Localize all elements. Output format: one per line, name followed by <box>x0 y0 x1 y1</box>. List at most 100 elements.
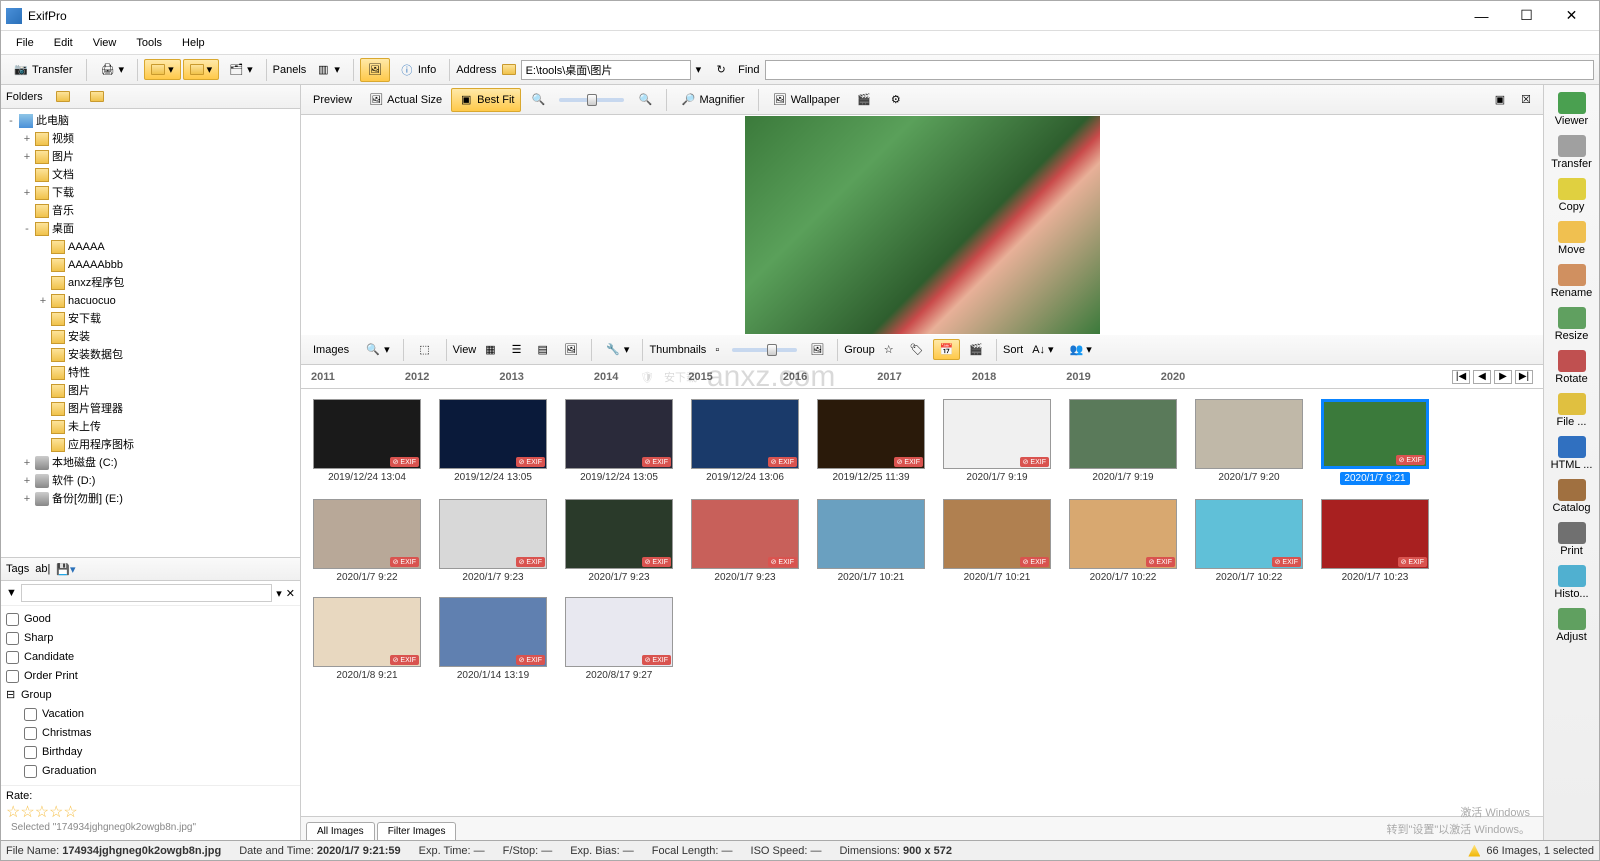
tag-group-item[interactable]: Graduation <box>6 762 295 781</box>
tree-item[interactable]: 特性 <box>6 364 295 382</box>
folder-options-button[interactable] <box>83 87 111 106</box>
sidebar-move[interactable]: Move <box>1548 218 1596 259</box>
timeline-year[interactable]: 2018 <box>972 371 996 383</box>
menu-view[interactable]: View <box>83 35 127 51</box>
tree-item[interactable]: 应用程序图标 <box>6 436 295 454</box>
thumbnail-item[interactable]: ⊘ EXIF2020/8/17 9:27 <box>563 597 675 681</box>
tag-item[interactable]: Order Print <box>6 667 295 686</box>
thumbnail-item[interactable]: ⊘ EXIF2020/1/14 13:19 <box>437 597 549 681</box>
tree-item[interactable]: +图片 <box>6 148 295 166</box>
tree-item[interactable]: -此电脑 <box>6 112 295 130</box>
sort-people-button[interactable]: 👥▾ <box>1063 339 1099 360</box>
tree-item[interactable]: +下载 <box>6 184 295 202</box>
magnifier-button[interactable]: 🔎Magnifier <box>673 88 751 112</box>
tags-filter-clear[interactable]: ✕ <box>286 587 295 600</box>
folder-tree[interactable]: -此电脑+视频+图片文档+下载音乐-桌面AAAAAAAAAAbbbanxz程序包… <box>1 109 300 557</box>
tree-item[interactable]: +备份[勿删] (E:) <box>6 490 295 508</box>
thumbnail-item[interactable]: ⊘ EXIF2019/12/24 13:04 <box>311 399 423 483</box>
sidebar-rename[interactable]: Rename <box>1548 261 1596 302</box>
thumbnail-item[interactable]: ⊘ EXIF2019/12/24 13:05 <box>563 399 675 483</box>
preview-area[interactable] <box>301 115 1543 335</box>
thumbnail-item[interactable]: ⊘ EXIF2020/1/7 9:22 <box>311 499 423 583</box>
address-input[interactable] <box>521 60 691 80</box>
tree-item[interactable]: 文档 <box>6 166 295 184</box>
tree-item[interactable]: +视频 <box>6 130 295 148</box>
thumb-size-slider[interactable] <box>732 348 797 352</box>
tree-item[interactable]: 图片管理器 <box>6 400 295 418</box>
timeline-year[interactable]: 2014 <box>594 371 618 383</box>
sidebar-html[interactable]: HTML ... <box>1548 433 1596 474</box>
folder-tree-button[interactable]: ▾ <box>183 59 220 80</box>
timeline-year[interactable]: 2012 <box>405 371 429 383</box>
thumbnail-item[interactable]: ⊘ EXIF2020/1/7 9:19 <box>941 399 1053 483</box>
timeline-year[interactable]: 2016 <box>783 371 807 383</box>
tag-item[interactable]: Candidate <box>6 648 295 667</box>
pane-layout-button[interactable]: ▣ <box>1488 89 1512 110</box>
tab-filter-images[interactable]: Filter Images <box>377 822 457 840</box>
thumbnail-item[interactable]: ⊘ EXIF2020/1/7 10:22 <box>1193 499 1305 583</box>
tree-item[interactable]: +hacuocuo <box>6 292 295 310</box>
tree-item[interactable]: AAAAA <box>6 238 295 256</box>
options-button[interactable]: ⚙ <box>881 88 911 112</box>
find-input[interactable] <box>765 60 1595 80</box>
thumbnail-item[interactable]: ⊘ EXIF2020/1/7 9:23 <box>437 499 549 583</box>
open-folder-button[interactable]: ▾ <box>144 59 181 80</box>
search-images-button[interactable]: 🔍▾ <box>358 338 397 362</box>
thumbnail-item[interactable]: 2020/1/7 10:21 <box>815 499 927 583</box>
timeline-next-button[interactable]: ▶ <box>1494 370 1512 384</box>
thumb-small-button[interactable]: ▫ <box>708 340 726 360</box>
timeline-year[interactable]: 2015 <box>688 371 712 383</box>
zoom-slider[interactable] <box>559 98 624 102</box>
timeline-last-button[interactable]: ▶| <box>1515 370 1533 384</box>
tools-dropdown[interactable]: 🔧▾ <box>598 338 637 362</box>
thumbnail-item[interactable]: ⊘ EXIF2020/1/7 9:23 <box>689 499 801 583</box>
pane-close-button[interactable]: ☒ <box>1514 89 1538 110</box>
tree-item[interactable]: -桌面 <box>6 220 295 238</box>
sidebar-file[interactable]: File ... <box>1548 390 1596 431</box>
maximize-button[interactable]: ☐ <box>1504 2 1549 30</box>
group-film-button[interactable]: 🎬 <box>962 339 990 360</box>
tree-item[interactable]: +本地磁盘 (C:) <box>6 454 295 472</box>
view-list-button[interactable]: ☰ <box>505 339 529 360</box>
new-folder-button[interactable] <box>49 87 77 106</box>
sidebar-catalog[interactable]: Catalog <box>1548 476 1596 517</box>
tree-item[interactable]: +软件 (D:) <box>6 472 295 490</box>
refresh-button[interactable]: ↻ <box>706 58 736 82</box>
tags-filter-dropdown[interactable]: ▾ <box>276 587 282 600</box>
thumbnail-item[interactable]: ⊘ EXIF2019/12/24 13:06 <box>689 399 801 483</box>
thumbnail-item[interactable]: 2020/1/7 9:20 <box>1193 399 1305 483</box>
thumbnail-item[interactable]: ⊘ EXIF2020/1/7 9:21 <box>1319 399 1431 485</box>
panels-dropdown[interactable]: ▥▾ <box>308 58 347 82</box>
timeline-first-button[interactable]: |◀ <box>1452 370 1470 384</box>
tag-edit-icon[interactable]: ab| <box>35 563 50 575</box>
sidebar-histo[interactable]: Histo... <box>1548 562 1596 603</box>
slideshow-button[interactable]: 🎬 <box>849 88 879 112</box>
sidebar-rotate[interactable]: Rotate <box>1548 347 1596 388</box>
images-button[interactable]: Images <box>306 340 356 360</box>
tree-item[interactable]: 安下载 <box>6 310 295 328</box>
preview-button[interactable]: Preview <box>306 90 359 110</box>
tree-item[interactable]: AAAAAbbb <box>6 256 295 274</box>
timeline-year[interactable]: 2019 <box>1066 371 1090 383</box>
thumb-large-button[interactable]: 🖼 <box>803 339 831 360</box>
sort-az-button[interactable]: A↓▾ <box>1025 339 1060 360</box>
tag-group-item[interactable]: Birthday <box>6 743 295 762</box>
tag-item[interactable]: Sharp <box>6 629 295 648</box>
thumbnail-item[interactable]: ⊘ EXIF2020/1/7 9:23 <box>563 499 675 583</box>
menu-edit[interactable]: Edit <box>44 35 83 51</box>
sidebar-adjust[interactable]: Adjust <box>1548 605 1596 646</box>
thumbnail-area[interactable]: ⊘ EXIF2019/12/24 13:04 ⊘ EXIF2019/12/24 1… <box>301 389 1543 816</box>
actual-size-button[interactable]: 🖼Actual Size <box>361 88 449 112</box>
group-star-button[interactable]: ☆ <box>877 339 901 360</box>
info-button[interactable]: ⓘInfo <box>392 58 443 82</box>
thumbnail-item[interactable]: ⊘ EXIF2020/1/8 9:21 <box>311 597 423 681</box>
menu-tools[interactable]: Tools <box>126 35 172 51</box>
best-fit-button[interactable]: ▣Best Fit <box>451 88 521 112</box>
tree-item[interactable]: anxz程序包 <box>6 274 295 292</box>
tree-item[interactable]: 图片 <box>6 382 295 400</box>
view-thumbnails-button[interactable]: ▦ <box>478 339 502 360</box>
menu-file[interactable]: File <box>6 35 44 51</box>
group-tag-button[interactable]: 🏷 <box>903 339 931 360</box>
sidebar-copy[interactable]: Copy <box>1548 175 1596 216</box>
mask-button[interactable]: 🗂▾ <box>221 58 260 82</box>
